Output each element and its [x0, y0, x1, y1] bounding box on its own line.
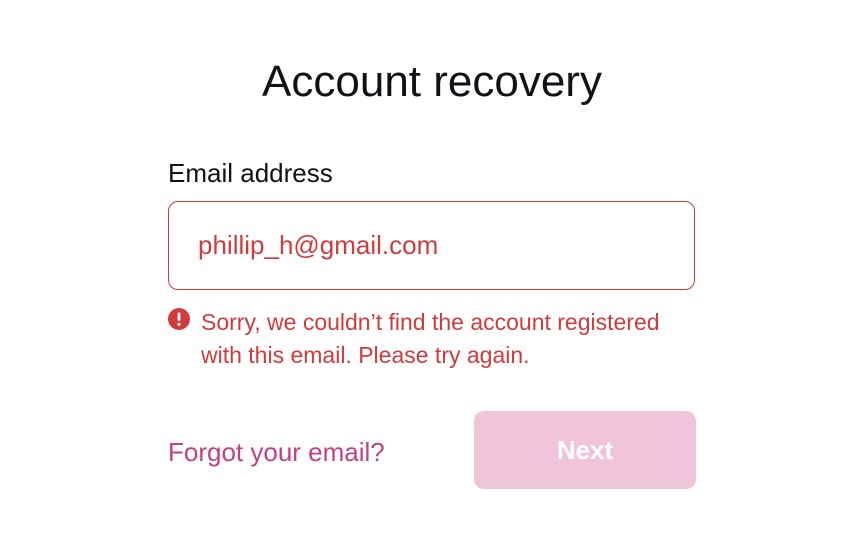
email-field-container[interactable] [168, 201, 695, 290]
forgot-email-link[interactable]: Forgot your email? [168, 435, 385, 469]
email-field[interactable] [198, 202, 678, 289]
error-icon [168, 308, 190, 330]
email-field-label: Email address [168, 158, 333, 188]
account-recovery-page: Account recovery Email address Sorry, we… [0, 0, 864, 540]
next-button[interactable]: Next [474, 411, 696, 489]
page-title: Account recovery [262, 57, 602, 106]
error-text: Sorry, we couldn’t find the account regi… [201, 309, 660, 368]
